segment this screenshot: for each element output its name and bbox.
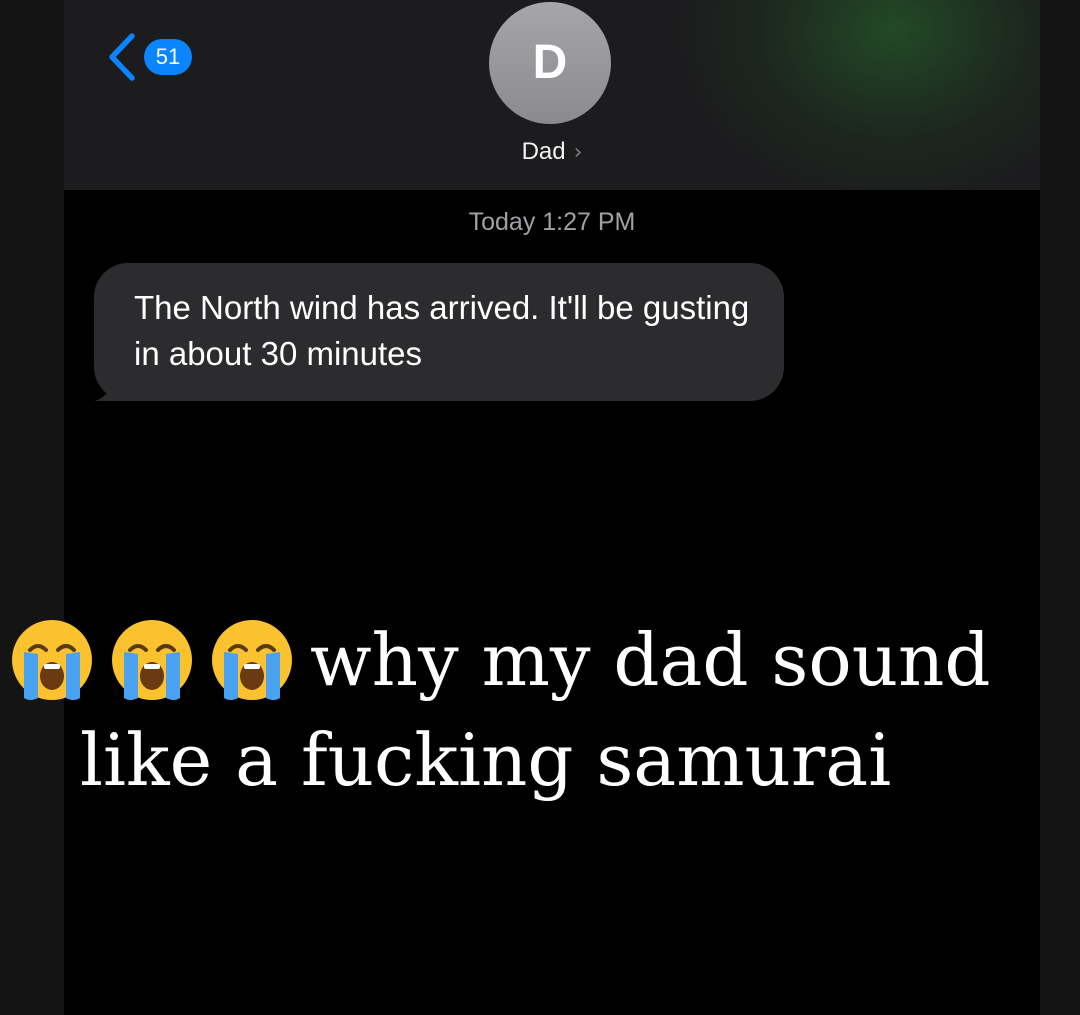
phone-frame: 51 D Dad › Today 1:27 PM The North wind … — [0, 0, 1080, 1015]
incoming-message[interactable]: The North wind has arrived. It'll be gus… — [94, 263, 784, 401]
contact-name: Dad — [521, 138, 566, 165]
caption-text-line-1: why my dad sound — [310, 618, 991, 702]
message-bubble: The North wind has arrived. It'll be gus… — [94, 263, 784, 401]
avatar[interactable]: D — [489, 2, 611, 124]
chevron-left-icon — [109, 33, 135, 81]
meme-caption: why my dad sound like a fucking samurai — [0, 610, 1080, 810]
caption-line-2: like a fucking samurai — [0, 710, 1080, 810]
caption-line-1: why my dad sound — [0, 610, 1080, 710]
loudly-crying-face-icon — [12, 620, 92, 700]
loudly-crying-face-icon — [112, 620, 192, 700]
contact-name-button[interactable]: Dad › — [64, 138, 1040, 166]
messages-screen: 51 D Dad › Today 1:27 PM The North wind … — [64, 0, 1040, 1015]
unread-count-badge: 51 — [144, 39, 192, 75]
emoji-row — [0, 616, 308, 704]
loudly-crying-face-icon — [212, 620, 292, 700]
conversation-header: 51 D Dad › — [64, 0, 1040, 190]
left-bezel — [0, 0, 64, 1015]
chevron-right-icon: › — [573, 139, 583, 165]
message-timestamp: Today 1:27 PM — [468, 208, 636, 236]
caption-text-line-2: like a fucking samurai — [80, 718, 892, 802]
right-bezel — [1040, 0, 1080, 1015]
back-button[interactable]: 51 — [102, 30, 192, 84]
